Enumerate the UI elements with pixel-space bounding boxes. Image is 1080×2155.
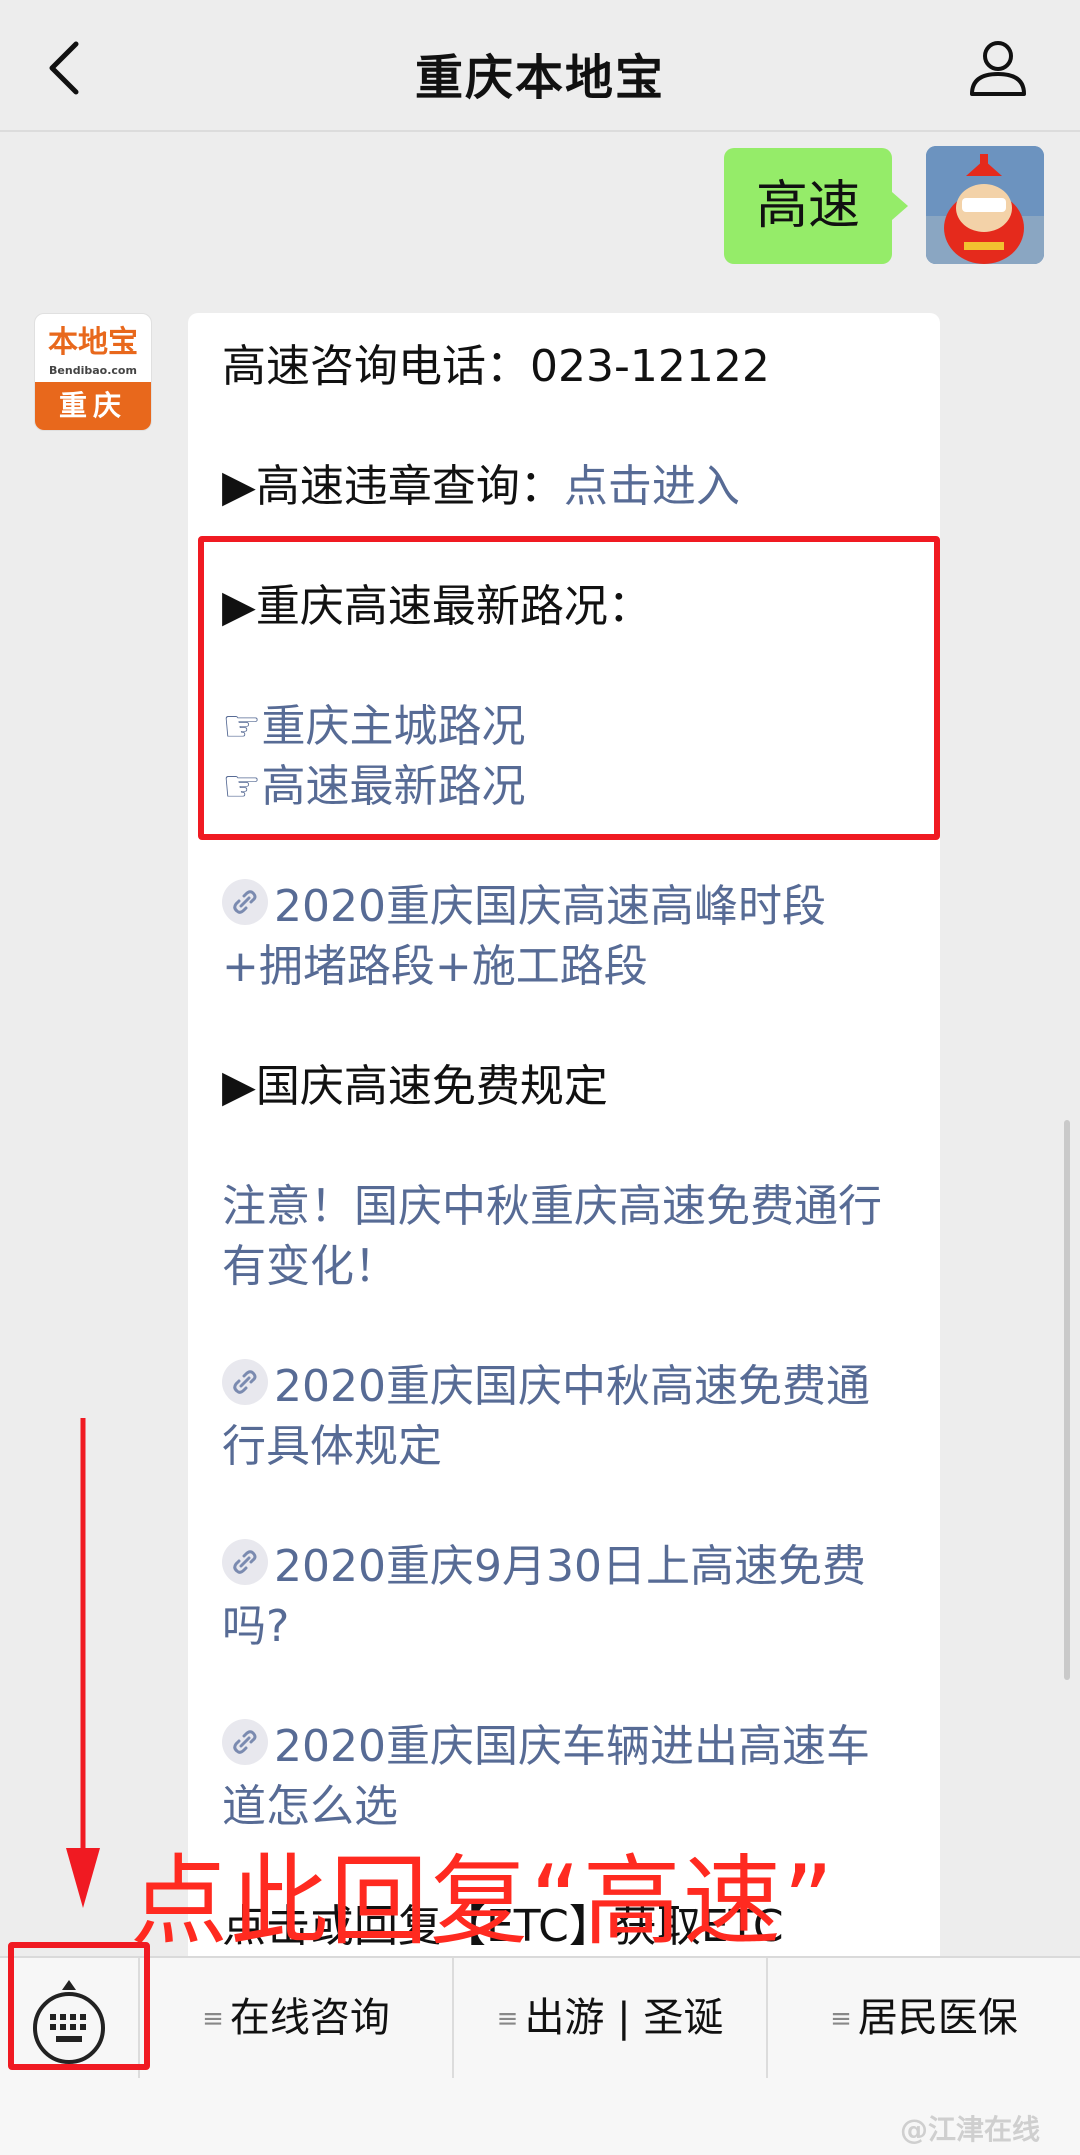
- article-link-lanes[interactable]: 2020重庆国庆车辆进出高速车道怎么选: [222, 1717, 906, 1837]
- menu-item-label: 居民医保: [857, 1995, 1018, 2041]
- menu-lines-icon: ≡: [830, 2004, 852, 2034]
- menu-lines-icon: ≡: [202, 2004, 224, 2034]
- article-2-text: 2020重庆国庆中秋高速免费通行具体规定: [222, 1361, 870, 1472]
- highlight-frame-keyboard: [8, 1942, 150, 2070]
- violation-link[interactable]: 点击进入: [564, 461, 740, 512]
- scrollbar-thumb[interactable]: [1064, 1120, 1070, 1680]
- watermark: @江津在线: [900, 2113, 1041, 2146]
- menu-item-medical-insurance[interactable]: ≡ 居民医保: [766, 1958, 1080, 2078]
- free-rules-heading: ▶国庆高速免费规定: [222, 1061, 608, 1112]
- violation-query-line: ▶高速违章查询：点击进入: [222, 457, 906, 517]
- article-4-text: 2020重庆国庆车辆进出高速车道怎么选: [222, 1721, 870, 1832]
- outgoing-message-bubble[interactable]: 高速: [724, 148, 908, 264]
- avatar-city-text: 重庆: [35, 382, 151, 430]
- article-3-text: 2020重庆9月30日上高速免费吗?: [222, 1541, 866, 1652]
- top-navigation-bar: 重庆本地宝: [0, 0, 1080, 132]
- annotation-text: 点此回复“高速”: [130, 1845, 836, 1959]
- article-link-peak-hours[interactable]: 2020重庆国庆高速高峰时段+拥堵路段+施工路段: [222, 877, 906, 997]
- menu-item-label: 在线咨询: [229, 1995, 390, 2041]
- highlight-frame-road-conditions: [198, 536, 940, 840]
- menu-item-online-consult[interactable]: ≡ 在线咨询: [138, 1958, 452, 2078]
- user-avatar[interactable]: [926, 146, 1044, 264]
- violation-label: ▶高速违章查询：: [222, 461, 564, 512]
- mini-program-icon: [222, 1539, 268, 1585]
- avatar-domain-text: Bendibao.com: [49, 364, 137, 377]
- page-title: 重庆本地宝: [414, 50, 665, 106]
- menu-item-travel[interactable]: ≡ 出游 | 圣诞: [452, 1958, 766, 2078]
- article-link-sept-30[interactable]: 2020重庆9月30日上高速免费吗?: [222, 1537, 906, 1657]
- menu-item-label: 出游 | 圣诞: [524, 1995, 724, 2041]
- account-avatar[interactable]: 本地宝 Bendibao.com 重庆: [34, 313, 152, 431]
- article-1-text: 2020重庆国庆高速高峰时段+拥堵路段+施工路段: [222, 881, 826, 992]
- article-link-free-rules[interactable]: 2020重庆国庆中秋高速免费通行具体规定: [222, 1357, 906, 1477]
- mini-program-icon: [222, 1359, 268, 1405]
- menu-lines-icon: ≡: [496, 2004, 519, 2034]
- mini-program-icon: [222, 879, 268, 925]
- phone-line: 高速咨询电话：023-12122: [222, 341, 770, 392]
- user-profile-icon[interactable]: [966, 36, 1030, 100]
- avatar-brand-text: 本地宝: [48, 325, 138, 360]
- mini-program-icon: [222, 1719, 268, 1765]
- annotation-arrow: [66, 1418, 100, 1908]
- notice-link[interactable]: 注意！国庆中秋重庆高速免费通行有变化！: [222, 1177, 906, 1297]
